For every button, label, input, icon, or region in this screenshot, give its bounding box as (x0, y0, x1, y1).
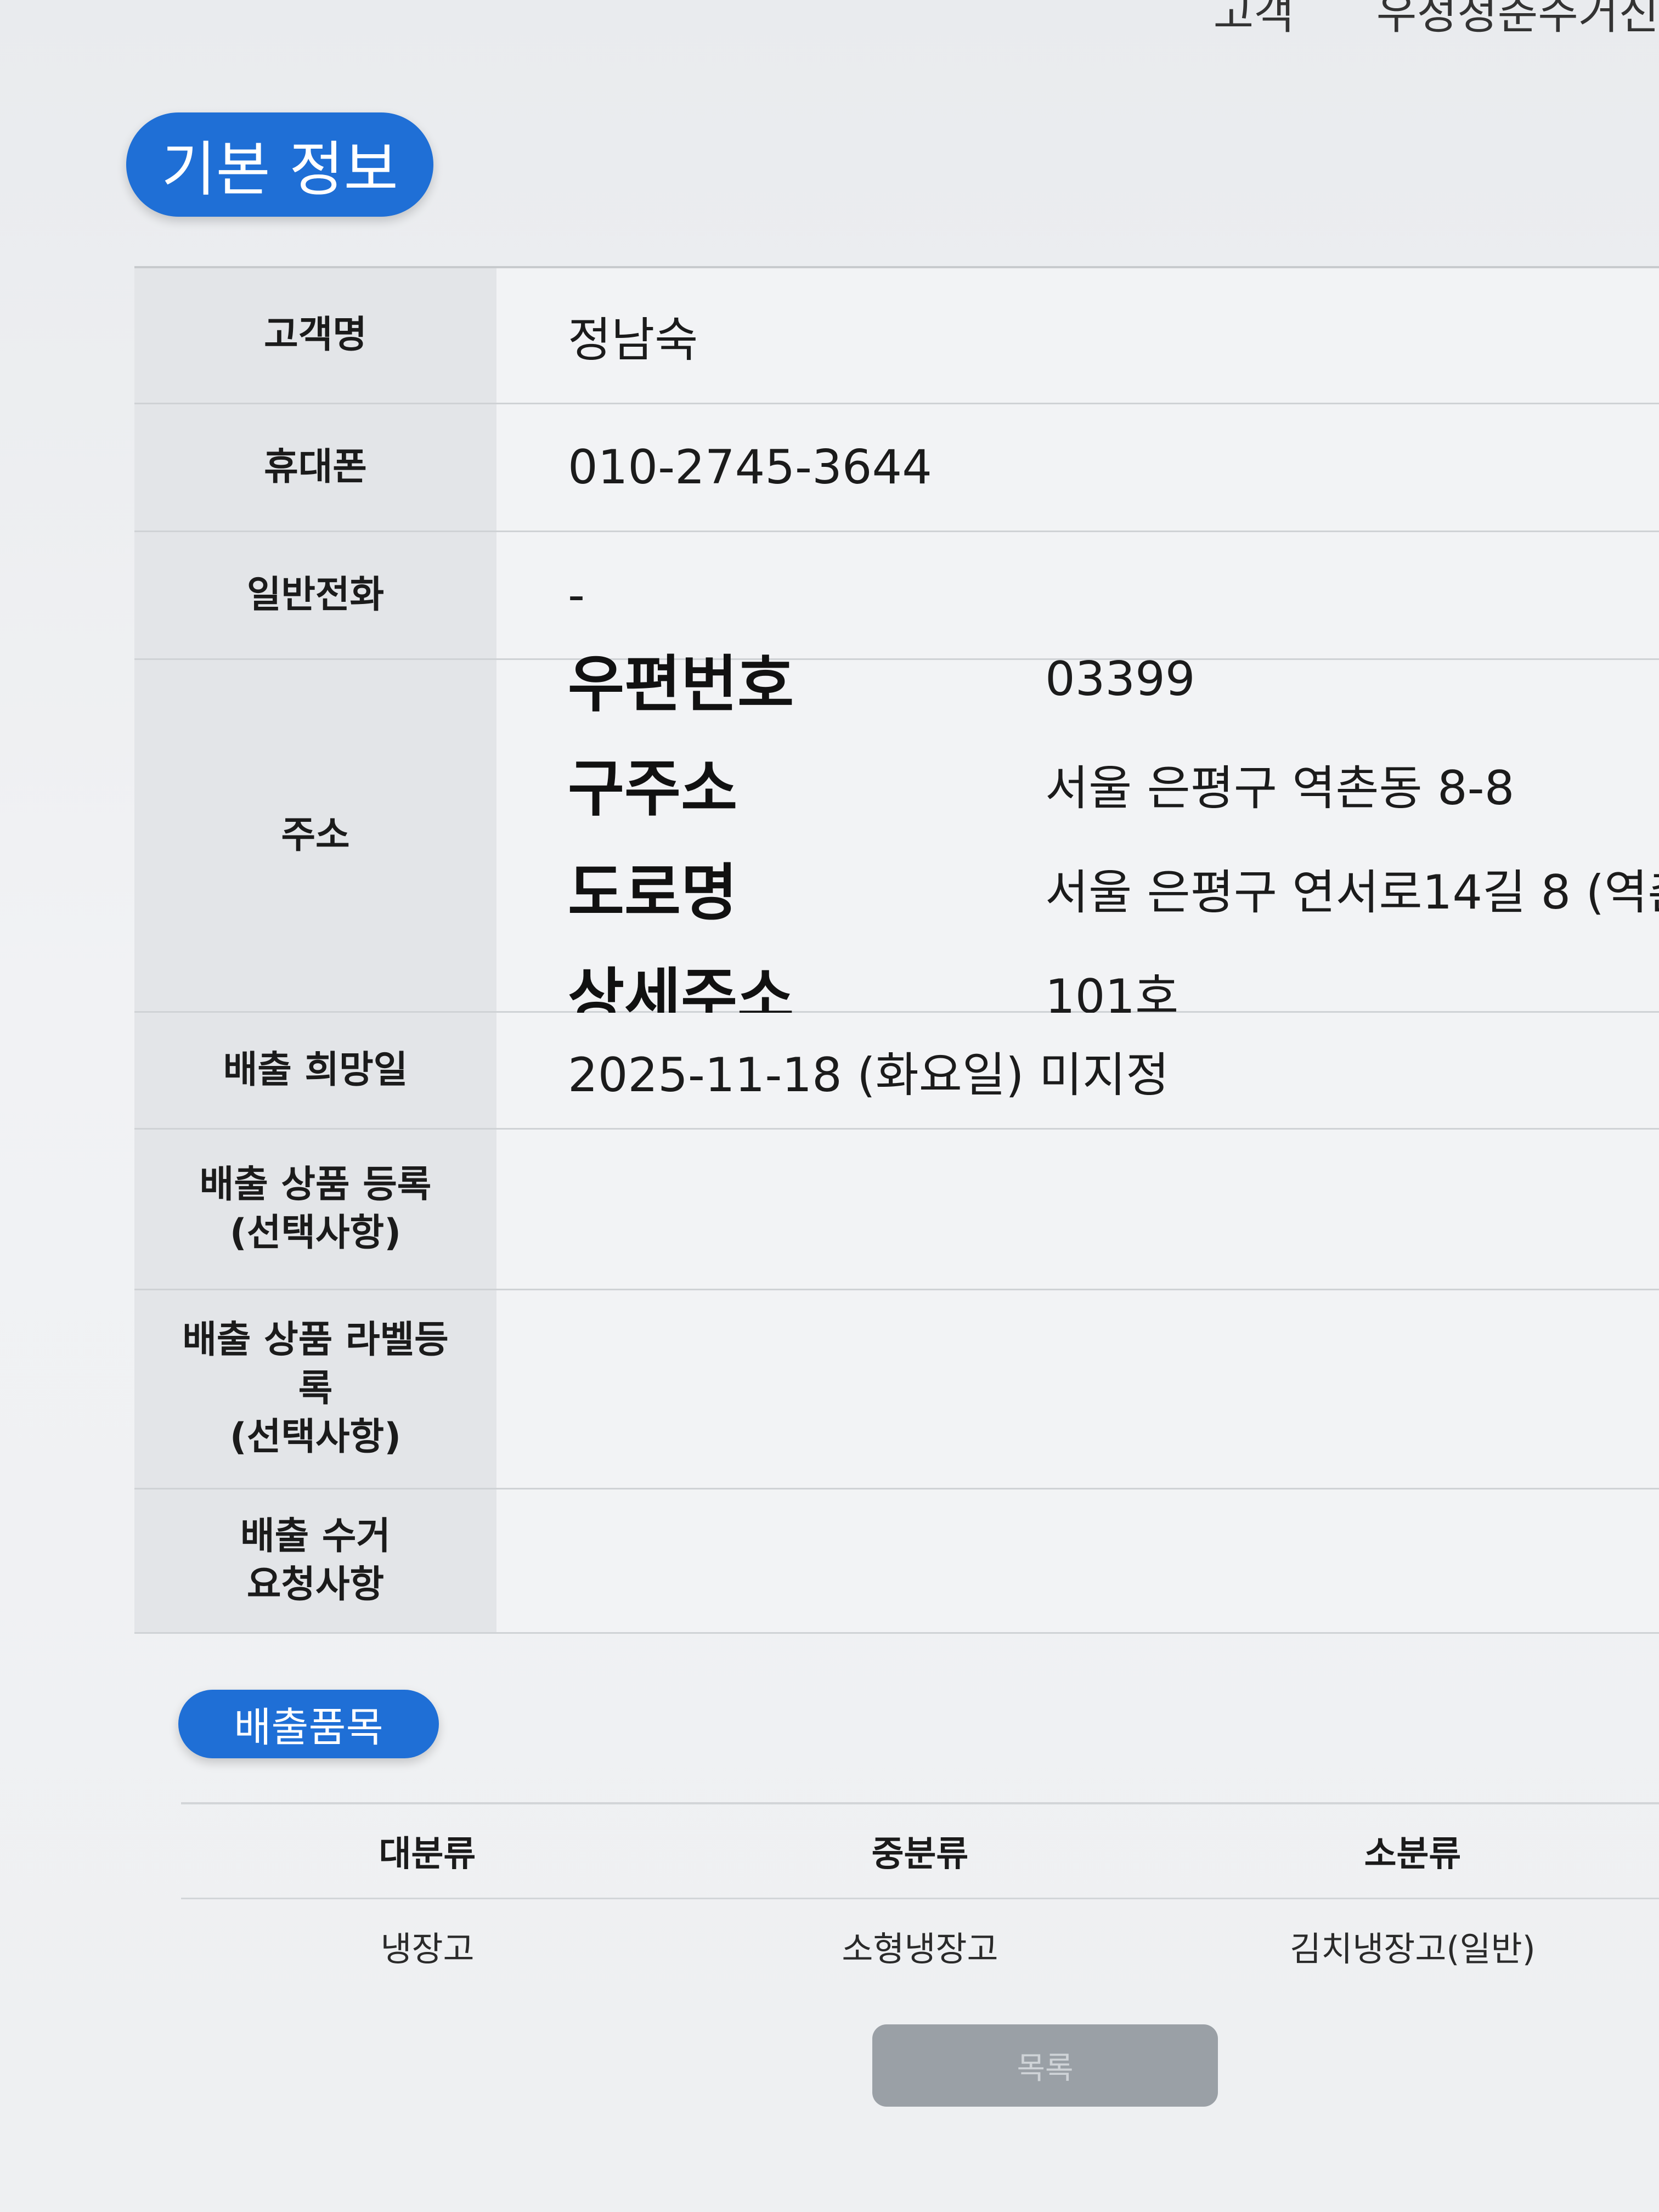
pickup-request-label-line2: 요청사항 (246, 1563, 385, 1606)
disposal-items-section-title: 배출품목 (178, 1690, 439, 1758)
product-label-registration-label-line2: 록 (298, 1367, 333, 1410)
row-customer-name: 고객명 정남숙 (134, 268, 1659, 404)
old-address-label: 구주소 (568, 753, 738, 825)
address-grid: 우편번호 03399 구주소 서울 은평구 역촌동 8-8 도로명 서울 은평구… (568, 635, 1659, 1036)
table-row: 냉장고 소형냉장고 김치냉장고(일반) (181, 1899, 1659, 1993)
mobile-value: 010-2745-3644 (496, 404, 1659, 531)
road-address-value: 서울 은평구 연서로14길 8 (역촌동) (1045, 865, 1659, 920)
basic-info-section-title: 기본 정보 (126, 112, 433, 217)
page: 고객 우정청춘주거신 기본 정보 고객명 정남숙 휴대폰 010-2745-36… (0, 0, 1659, 2212)
nav-item-customer[interactable]: 고객 (1214, 0, 1294, 42)
product-label-registration-label: 배출 상품 라벨등 록 (선택사항) (134, 1290, 496, 1488)
disposal-items-table: 대분류 중분류 소분류 냉장고 소형냉장고 김치냉장고(일반) (181, 1802, 1659, 1993)
product-registration-label-line1: 배출 상품 등록 (199, 1163, 432, 1206)
row-mobile: 휴대폰 010-2745-3644 (134, 404, 1659, 532)
row-product-label-registration: 배출 상품 라벨등 록 (선택사항) (134, 1290, 1659, 1489)
list-button[interactable]: 목록 (872, 2024, 1218, 2107)
items-table-header: 대분류 중분류 소분류 (181, 1804, 1659, 1899)
top-navigation: 고객 우정청춘주거신 (1214, 0, 1659, 42)
middle-category-cell: 소형냉장고 (842, 1929, 998, 1969)
address-label: 주소 (134, 660, 496, 1011)
major-category-cell: 냉장고 (380, 1929, 475, 1969)
nav-item-housing[interactable]: 우정청춘주거신 (1376, 0, 1659, 42)
mobile-label: 휴대폰 (134, 404, 496, 531)
product-registration-label-line2: (선택사항) (229, 1211, 402, 1255)
column-header-minor-category: 소분류 (1364, 1834, 1462, 1875)
pickup-request-value (496, 1489, 1659, 1632)
minor-category-cell: 김치냉장고(일반) (1290, 1929, 1536, 1969)
product-label-registration-label-line1: 배출 상품 라벨등 (182, 1318, 449, 1362)
old-address-value: 서울 은평구 역촌동 8-8 (1045, 760, 1515, 816)
pickup-request-label: 배출 수거 요청사항 (134, 1489, 496, 1632)
column-header-middle-category: 중분류 (871, 1834, 969, 1875)
phone-label: 일반전화 (134, 532, 496, 658)
pickup-request-label-line1: 배출 수거 (240, 1514, 391, 1558)
product-registration-label: 배출 상품 등록 (선택사항) (134, 1130, 496, 1289)
disposal-date-value: 2025-11-18 (화요일) 미지정 (496, 1013, 1659, 1128)
address-value: 우편번호 03399 구주소 서울 은평구 역촌동 8-8 도로명 서울 은평구… (496, 649, 1659, 1033)
customer-name-value: 정남숙 (496, 268, 1659, 403)
row-address: 주소 우편번호 03399 구주소 서울 은평구 역촌동 8-8 도로명 서울 … (134, 649, 1659, 1033)
basic-info-table: 고객명 정남숙 휴대폰 010-2745-3644 일반전화 - 주소 우편번호… (134, 266, 1659, 1634)
product-registration-value (496, 1130, 1659, 1289)
row-product-registration: 배출 상품 등록 (선택사항) (134, 1130, 1659, 1290)
customer-name-label: 고객명 (134, 268, 496, 403)
product-label-registration-value (496, 1290, 1659, 1488)
column-header-major-category: 대분류 (379, 1834, 476, 1875)
postal-code-value: 03399 (1045, 652, 1195, 707)
disposal-date-label: 배출 희망일 (134, 1013, 496, 1128)
row-disposal-date: 배출 희망일 2025-11-18 (화요일) 미지정 (134, 1013, 1659, 1130)
postal-code-label: 우편번호 (568, 649, 794, 720)
product-label-registration-label-line3: (선택사항) (229, 1415, 402, 1459)
road-address-label: 도로명 (568, 857, 738, 929)
row-pickup-request: 배출 수거 요청사항 (134, 1489, 1659, 1634)
